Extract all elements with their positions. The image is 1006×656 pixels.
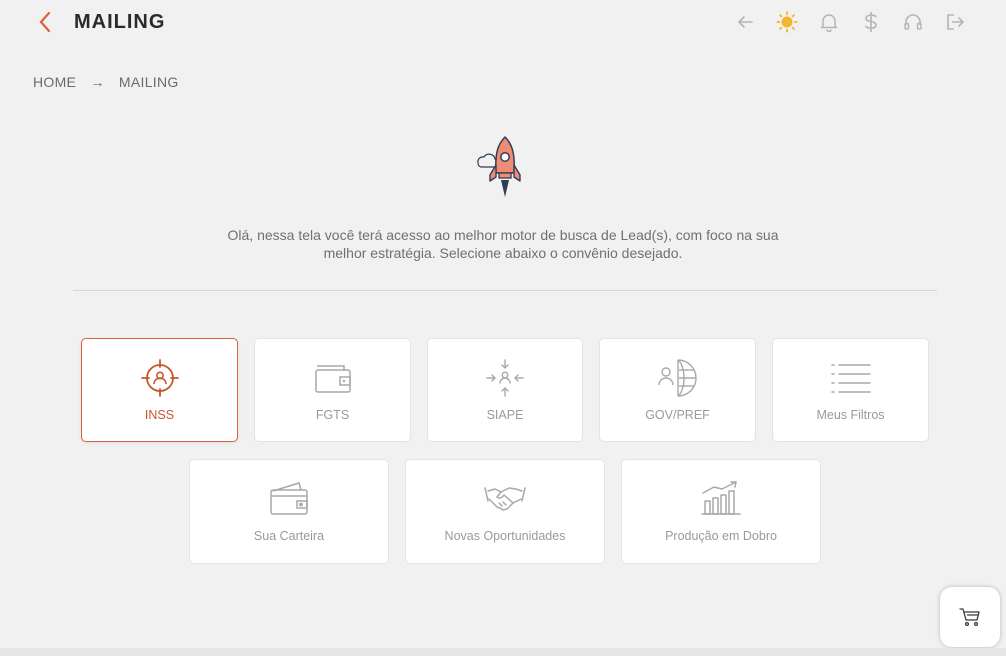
support-button[interactable] [902,10,924,34]
headset-icon [904,14,922,30]
logout-icon [947,14,964,30]
card-label: FGTS [315,408,350,422]
breadcrumb: HOME → MAILING [33,74,189,90]
theme-toggle[interactable] [776,10,798,34]
handshake-icon [484,487,526,511]
card-meus-filtros[interactable]: Meus Filtros [772,338,929,442]
wallet-card-icon [270,482,308,515]
card-siape[interactable]: SIAPE [427,338,583,442]
sun-icon [776,11,798,33]
finance-button[interactable] [860,10,882,34]
intro-line-1: Olá, nessa tela você terá acesso ao melh… [227,227,779,243]
arrow-left-icon [738,16,753,28]
focus-person-icon [486,359,524,397]
person-globe-icon [657,359,697,397]
breadcrumb-current: MAILING [118,74,179,90]
card-label: Meus Filtros [816,408,885,422]
target-person-icon [140,359,179,397]
card-label: SIAPE [486,408,524,422]
notifications-button[interactable] [818,10,840,34]
rocket-icon [477,136,521,197]
card-label: Produção em Dobro [665,529,777,543]
cart-icon [959,608,980,627]
card-fgts[interactable]: FGTS [254,338,411,442]
wallet-icon [314,365,351,393]
bell-icon [820,14,838,32]
card-producao-em-dobro[interactable]: Produção em Dobro [621,459,821,564]
breadcrumb-home[interactable]: HOME [33,74,76,90]
top-bar: MAILING [0,0,1006,44]
card-inss[interactable]: INSS [81,338,238,442]
dollar-icon [865,12,877,32]
card-label: Novas Oportunidades [444,529,566,543]
header-actions [734,10,966,34]
list-icon [830,364,871,393]
growth-chart-icon [701,481,741,515]
card-gov-pref[interactable]: GOV/PREF [599,338,756,442]
card-label: Sua Carteira [253,529,325,543]
rocket-illustration [475,135,525,201]
bottom-bar [0,648,1006,656]
card-novas-oportunidades[interactable]: Novas Oportunidades [405,459,605,564]
card-label: GOV/PREF [645,408,710,422]
cart-button[interactable] [940,587,1000,647]
divider [73,290,937,291]
intro-text: Olá, nessa tela você terá acesso ao melh… [150,226,856,262]
chevron-left-icon [39,11,51,33]
card-label: INSS [144,408,175,422]
intro-line-2: melhor estratégia. Selecione abaixo o co… [323,245,683,261]
back-button[interactable] [36,10,56,34]
back-arrow-button[interactable] [734,10,756,34]
breadcrumb-separator: → [90,74,105,90]
page-title: MAILING [74,11,166,33]
card-sua-carteira[interactable]: Sua Carteira [189,459,389,564]
logout-button[interactable] [944,10,966,34]
